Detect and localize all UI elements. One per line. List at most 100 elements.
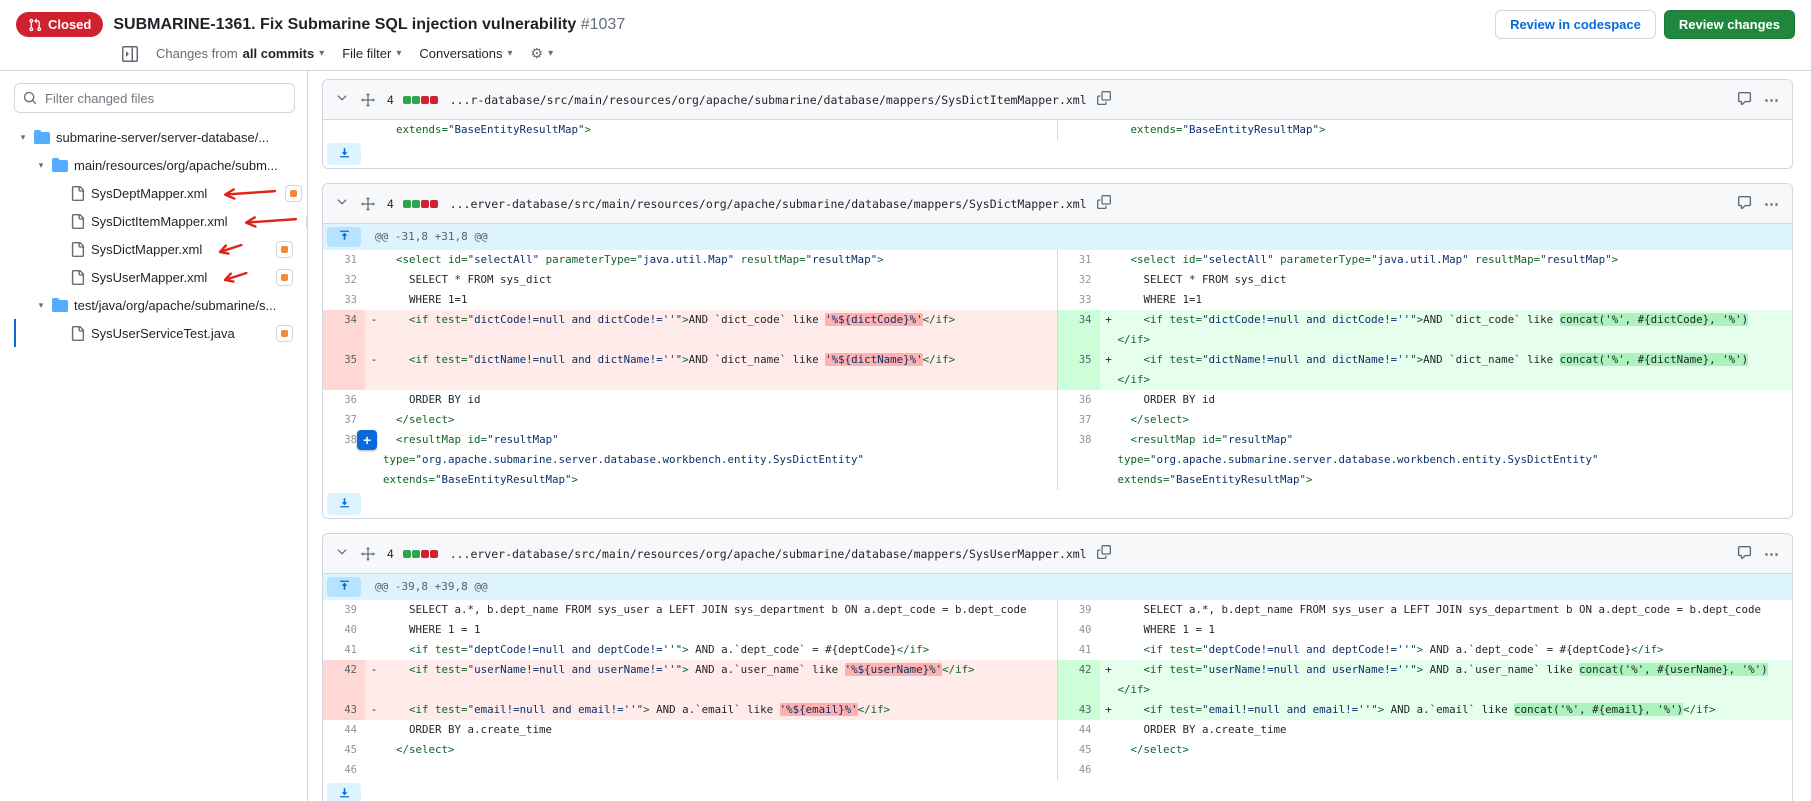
line-number[interactable]: 33 xyxy=(1058,290,1100,310)
viewed-checkbox[interactable] xyxy=(276,269,293,286)
expand-up-button[interactable] xyxy=(327,227,361,247)
file-tree-item-sysusermapper-xml[interactable]: SysUserMapper.xml xyxy=(14,263,295,291)
line-number[interactable]: 40 xyxy=(1058,620,1100,640)
file-tree-item-sysdictitemmapper-xml[interactable]: SysDictItemMapper.xml xyxy=(14,207,295,235)
collapse-diff-button[interactable] xyxy=(333,193,351,214)
kebab-menu-button[interactable]: ⋯ xyxy=(1762,89,1782,111)
line-number[interactable]: 35 xyxy=(323,350,365,390)
line-number[interactable]: 34 xyxy=(323,310,365,350)
header-buttons: Review in codespace Review changes xyxy=(1495,10,1795,39)
copy-path-button[interactable] xyxy=(1095,89,1113,110)
comment-toggle-button[interactable] xyxy=(1735,89,1754,111)
line-number[interactable]: 34 xyxy=(1058,310,1100,350)
file-tree-item-test-java-org-apache-submarine-s-[interactable]: ▾test/java/org/apache/submarine/s... xyxy=(14,291,295,319)
review-changes-button[interactable]: Review changes xyxy=(1664,10,1795,39)
changes-from-dropdown[interactable]: Changes from all commits ▾ xyxy=(156,46,324,61)
copy-path-button[interactable] xyxy=(1095,543,1113,564)
file-name: submarine-server/server-database/... xyxy=(56,130,269,145)
file-tree-item-sysdeptmapper-xml[interactable]: SysDeptMapper.xml xyxy=(14,179,295,207)
file-path: ...erver-database/src/main/resources/org… xyxy=(450,547,1087,561)
annotation-arrow xyxy=(217,183,280,203)
kebab-menu-button[interactable]: ⋯ xyxy=(1762,193,1782,215)
sidebar-toggle-button[interactable] xyxy=(122,46,138,62)
file-tree-item-sysdictmapper-xml[interactable]: SysDictMapper.xml xyxy=(14,235,295,263)
caret-down-icon: ▾ xyxy=(507,48,512,59)
code-line: SELECT a.*, b.dept_name FROM sys_user a … xyxy=(365,600,1058,620)
line-number[interactable]: 39 xyxy=(323,600,365,620)
chevron-down-icon: ▾ xyxy=(36,300,46,311)
line-number[interactable]: 46 xyxy=(323,760,365,780)
line-number[interactable]: 31 xyxy=(323,250,365,270)
diff-file-header: 4...erver-database/src/main/resources/or… xyxy=(323,184,1792,224)
expand-down-button[interactable] xyxy=(327,493,361,515)
review-in-codespace-button[interactable]: Review in codespace xyxy=(1495,10,1656,39)
line-number[interactable]: 44 xyxy=(1058,720,1100,740)
code-line: <select id="selectAll" parameterType="ja… xyxy=(365,250,1058,270)
file-filter-dropdown[interactable]: File filter ▾ xyxy=(342,46,401,61)
line-number[interactable]: 46 xyxy=(1058,760,1100,780)
comment-toggle-button[interactable] xyxy=(1735,543,1754,565)
line-number[interactable] xyxy=(1058,120,1100,140)
line-number[interactable]: 37 xyxy=(1058,410,1100,430)
expand-hunk-cell xyxy=(323,224,365,250)
line-number[interactable]: 45 xyxy=(1058,740,1100,760)
file-tree-item-main-resources-org-apache-subm-[interactable]: ▾main/resources/org/apache/subm... xyxy=(14,151,295,179)
diff-stat-square xyxy=(421,96,429,104)
viewed-checkbox[interactable] xyxy=(276,241,293,258)
line-number[interactable]: 35 xyxy=(1058,350,1100,390)
diff-file-header: 4...erver-database/src/main/resources/or… xyxy=(323,534,1792,574)
drag-handle-icon[interactable] xyxy=(359,545,377,563)
add-line-comment-button[interactable]: + xyxy=(357,430,377,450)
line-number[interactable]: 39 xyxy=(1058,600,1100,620)
drag-handle-icon[interactable] xyxy=(359,91,377,109)
file-filter-input[interactable] xyxy=(14,83,295,113)
line-number[interactable]: 31 xyxy=(1058,250,1100,270)
diff-stat-squares xyxy=(402,200,438,208)
gear-icon: ⚙ xyxy=(531,45,544,62)
line-number[interactable]: 42 xyxy=(323,660,365,700)
line-number[interactable]: 32 xyxy=(323,270,365,290)
code-line: + <if test="email!=null and email!=''"> … xyxy=(1100,700,1793,720)
diff-stat-square xyxy=(421,550,429,558)
viewed-checkbox[interactable] xyxy=(276,325,293,342)
code-line: + <if test="dictName!=null and dictName!… xyxy=(1100,350,1793,390)
code-line: ORDER BY id xyxy=(365,390,1058,410)
expand-up-button[interactable] xyxy=(327,577,361,597)
expand-filler xyxy=(365,140,1792,168)
file-tree-item-submarine-server-server-database-[interactable]: ▾submarine-server/server-database/... xyxy=(14,123,295,151)
collapse-diff-button[interactable] xyxy=(333,89,351,110)
viewed-checkbox[interactable] xyxy=(285,185,302,202)
line-number[interactable]: 43 xyxy=(323,700,365,720)
expand-down-button[interactable] xyxy=(327,143,361,165)
drag-handle-icon[interactable] xyxy=(359,195,377,213)
line-number[interactable]: 45 xyxy=(323,740,365,760)
line-number[interactable]: 41 xyxy=(1058,640,1100,660)
line-number[interactable]: 33 xyxy=(323,290,365,310)
diff-sign: + xyxy=(1102,310,1116,330)
expand-down-button[interactable] xyxy=(327,783,361,801)
collapse-diff-button[interactable] xyxy=(333,543,351,564)
annotation-arrow xyxy=(237,211,300,231)
file-tree-item-sysuserservicetest-java[interactable]: SysUserServiceTest.java xyxy=(14,319,295,347)
folder-icon xyxy=(52,297,68,313)
line-number[interactable]: 43 xyxy=(1058,700,1100,720)
line-number[interactable]: 38 xyxy=(1058,430,1100,490)
file-name: SysDictMapper.xml xyxy=(91,242,202,257)
line-number[interactable]: 42 xyxy=(1058,660,1100,700)
conversations-dropdown[interactable]: Conversations ▾ xyxy=(419,46,512,61)
copy-path-button[interactable] xyxy=(1095,193,1113,214)
line-number[interactable]: 40 xyxy=(323,620,365,640)
code-line: </select> xyxy=(1100,740,1793,760)
line-number[interactable]: 41 xyxy=(323,640,365,660)
diff-settings-dropdown[interactable]: ⚙ ▾ xyxy=(531,45,554,62)
comment-toggle-button[interactable] xyxy=(1735,193,1754,215)
line-number[interactable]: 36 xyxy=(323,390,365,410)
kebab-menu-button[interactable]: ⋯ xyxy=(1762,543,1782,565)
line-number[interactable]: 36 xyxy=(1058,390,1100,410)
expand-filler xyxy=(365,490,1792,518)
line-number[interactable]: 44 xyxy=(323,720,365,740)
code-line: <if test="deptCode!=null and deptCode!='… xyxy=(1100,640,1793,660)
line-number[interactable] xyxy=(323,120,365,140)
line-number[interactable]: 37 xyxy=(323,410,365,430)
line-number[interactable]: 32 xyxy=(1058,270,1100,290)
